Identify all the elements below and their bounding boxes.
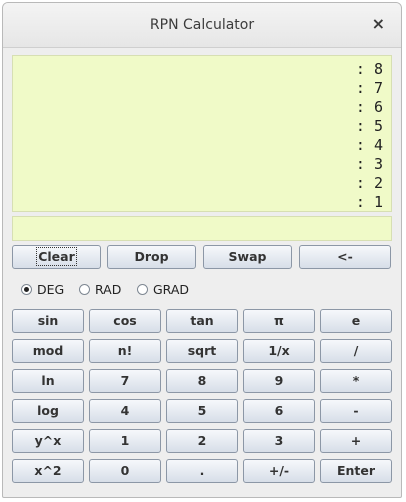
key-7[interactable]: 7 xyxy=(89,369,161,393)
key-e[interactable]: e xyxy=(320,309,392,333)
key-5[interactable]: 5 xyxy=(166,399,238,423)
key-log[interactable]: log xyxy=(12,399,84,423)
key-multiply[interactable]: * xyxy=(320,369,392,393)
radio-deg-label: DEG xyxy=(37,282,65,297)
drop-button[interactable]: Drop xyxy=(107,245,196,269)
key-negate[interactable]: +/- xyxy=(243,459,315,483)
clear-button[interactable]: Clear xyxy=(12,245,101,269)
stack-row: : 1 xyxy=(355,193,383,211)
key-mod[interactable]: mod xyxy=(12,339,84,363)
radio-rad-indicator xyxy=(79,284,90,295)
key-cos[interactable]: cos xyxy=(89,309,161,333)
radio-grad-indicator xyxy=(137,284,148,295)
key-4[interactable]: 4 xyxy=(89,399,161,423)
key-2[interactable]: 2 xyxy=(166,429,238,453)
close-icon[interactable]: × xyxy=(372,14,385,33)
stack-display: : 8 : 7 : 6 : 5 : 4 : 3 : 2 : 1 xyxy=(12,55,392,212)
stack-row: : 8 xyxy=(355,60,383,78)
key-0[interactable]: 0 xyxy=(89,459,161,483)
stack-row: : 2 xyxy=(355,174,383,192)
key-tan[interactable]: tan xyxy=(166,309,238,333)
key-3[interactable]: 3 xyxy=(243,429,315,453)
key-power[interactable]: y^x xyxy=(12,429,84,453)
window-title: RPN Calculator xyxy=(149,17,255,33)
key-sin[interactable]: sin xyxy=(12,309,84,333)
key-8[interactable]: 8 xyxy=(166,369,238,393)
radio-rad[interactable]: RAD xyxy=(79,281,129,299)
key-1[interactable]: 1 xyxy=(89,429,161,453)
entry-field[interactable] xyxy=(12,216,392,241)
key-add[interactable]: + xyxy=(320,429,392,453)
radio-deg-indicator xyxy=(21,284,32,295)
clear-label: Clear xyxy=(36,247,77,266)
key-decimal[interactable]: . xyxy=(166,459,238,483)
stack-row: : 3 xyxy=(355,155,383,173)
key-reciprocal[interactable]: 1/x xyxy=(243,339,315,363)
backspace-button[interactable]: <- xyxy=(299,245,391,269)
key-square[interactable]: x^2 xyxy=(12,459,84,483)
stack-row: : 6 xyxy=(355,98,383,116)
key-sqrt[interactable]: sqrt xyxy=(166,339,238,363)
key-subtract[interactable]: - xyxy=(320,399,392,423)
radio-deg[interactable]: DEG xyxy=(21,281,71,299)
stack-row: : 4 xyxy=(355,136,383,154)
title-bar: RPN Calculator × xyxy=(3,3,401,48)
stack-row: : 7 xyxy=(355,79,383,97)
radio-grad-label: GRAD xyxy=(153,282,190,297)
stack-row: : 5 xyxy=(355,117,383,135)
swap-button[interactable]: Swap xyxy=(203,245,292,269)
key-divide[interactable]: / xyxy=(320,339,392,363)
key-factorial[interactable]: n! xyxy=(89,339,161,363)
key-ln[interactable]: ln xyxy=(12,369,84,393)
radio-grad[interactable]: GRAD xyxy=(137,281,197,299)
radio-rad-label: RAD xyxy=(95,282,122,297)
key-6[interactable]: 6 xyxy=(243,399,315,423)
calculator-window: RPN Calculator × : 8 : 7 : 6 : 5 : 4 : 3… xyxy=(2,2,402,498)
key-9[interactable]: 9 xyxy=(243,369,315,393)
key-enter[interactable]: Enter xyxy=(320,459,392,483)
key-pi[interactable]: π xyxy=(243,309,315,333)
